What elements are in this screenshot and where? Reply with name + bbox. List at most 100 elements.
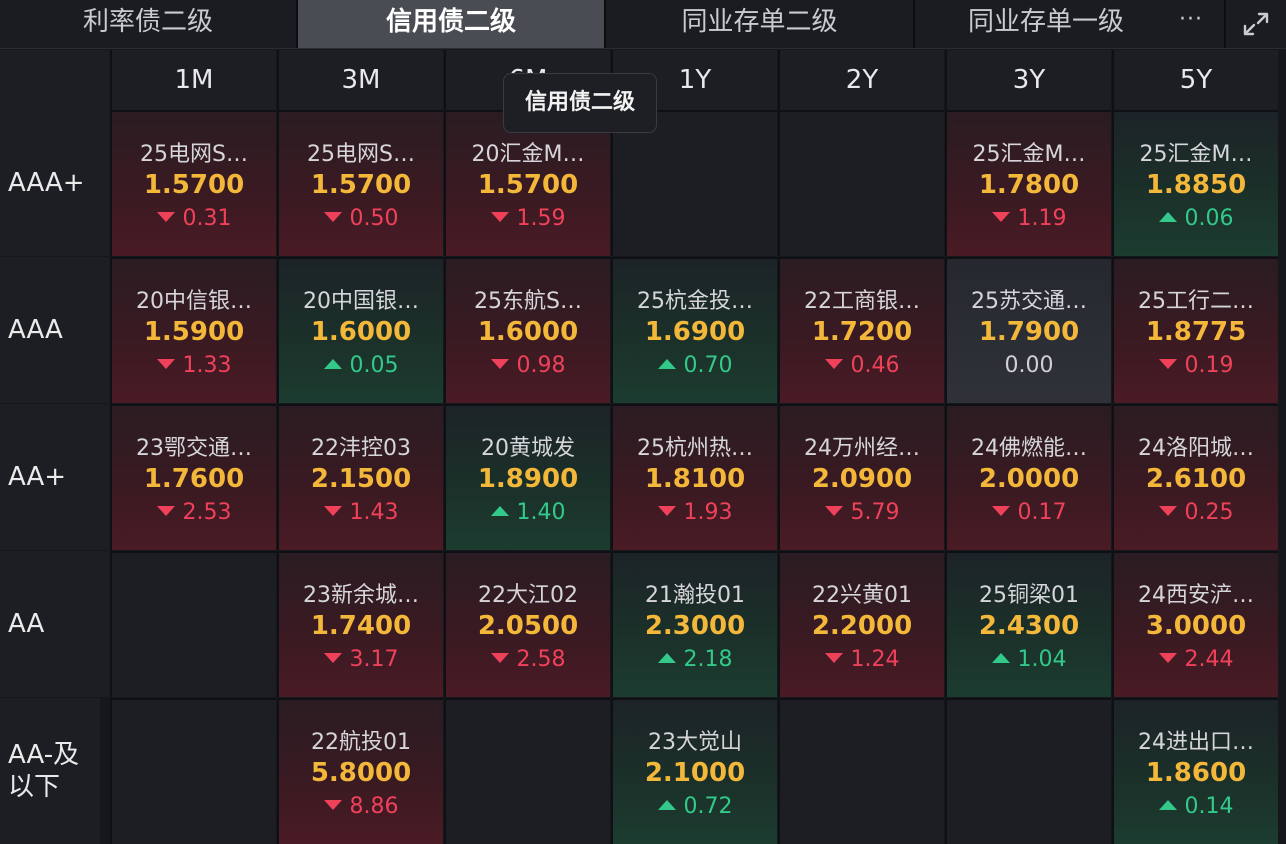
yield-matrix: 1M3M6M1Y2Y3Y5YAAA+25电网S…1.57000.3125电网S…… [0,50,1286,844]
change-line: 1.33 [112,353,276,378]
bond-cell[interactable]: 25铜梁01 2.4300 1.04 [945,551,1111,697]
empty-cell [778,698,944,844]
yield-change: 0.46 [850,353,900,378]
change-line: 2.58 [446,647,610,672]
down-triangle-icon [323,506,342,516]
bond-cell[interactable]: 25电网S… 1.5700 0.31 [110,110,276,256]
bond-yield: 1.7600 [143,464,245,494]
change-line: 2.44 [1114,647,1278,672]
yield-change: 0.19 [1184,353,1234,378]
bond-yield: 1.7200 [811,317,913,347]
down-triangle-icon [490,653,509,663]
change-line: 1.24 [780,647,944,672]
up-triangle-icon [323,359,342,369]
change-line: 0.14 [1114,794,1278,819]
bond-yield: 2.2000 [811,611,913,641]
bond-cell[interactable]: 25汇金M… 1.7800 1.19 [945,110,1111,256]
bond-cell[interactable]: 25汇金M… 1.8850 0.06 [1112,110,1278,256]
bond-cell[interactable]: 25苏交通… 1.7900 0.00 [945,257,1111,403]
bond-cell[interactable]: 21瀚投01 2.3000 2.18 [611,551,777,697]
down-triangle-icon [156,212,175,222]
bond-name: 25杭州热… [637,436,753,461]
down-triangle-icon [156,506,175,516]
bond-name: 22工商银… [804,289,920,314]
bond-cell[interactable]: 22工商银… 1.7200 0.46 [778,257,944,403]
bond-cell[interactable]: 22沣控03 2.1500 1.43 [277,404,443,550]
bond-name: 24万州经… [804,436,920,461]
yield-change: 1.43 [349,500,399,525]
tab-ncd-secondary[interactable]: 同业存单二级 [606,0,915,48]
down-triangle-icon [824,359,843,369]
down-triangle-icon [490,212,509,222]
change-line: 0.25 [1114,500,1278,525]
bond-name: 24进出口… [1138,730,1254,755]
down-triangle-icon [156,359,175,369]
bond-cell[interactable]: 20黄城发 1.8900 1.40 [444,404,610,550]
bond-name: 23鄂交通… [136,436,252,461]
yield-change: 1.59 [516,206,566,231]
change-line: 5.79 [780,500,944,525]
bond-cell[interactable]: 25杭州热… 1.8100 1.93 [611,404,777,550]
bond-name: 20中国银… [303,289,419,314]
yield-change: 0.06 [1184,206,1234,231]
bond-yield: 1.5700 [310,170,412,200]
change-line: 1.93 [613,500,777,525]
bond-cell[interactable]: 22兴黄01 2.2000 1.24 [778,551,944,697]
down-triangle-icon [1158,506,1177,516]
row-header: AA [0,551,110,697]
bond-cell[interactable]: 24洛阳城… 2.6100 0.25 [1112,404,1278,550]
bond-cell[interactable]: 23鄂交通… 1.7600 2.53 [110,404,276,550]
down-triangle-icon [323,800,342,810]
bond-cell[interactable]: 22航投01 5.8000 8.86 [277,698,443,844]
bond-cell[interactable]: 20中国银… 1.6000 0.05 [277,257,443,403]
yield-change: 1.93 [683,500,733,525]
bond-cell[interactable]: 23新余城… 1.7400 3.17 [277,551,443,697]
bond-yield: 1.8600 [1145,758,1247,788]
yield-change: 0.17 [1017,500,1067,525]
tab-ncd-primary[interactable]: 同业存单一级 [915,0,1177,48]
bond-name: 22航投01 [311,730,411,755]
bond-name: 25电网S… [307,142,415,167]
yield-change: 2.53 [182,500,232,525]
up-triangle-icon [1158,800,1177,810]
expand-icon [1243,12,1269,36]
bond-yield: 1.7900 [978,317,1080,347]
up-triangle-icon [657,800,676,810]
bond-name: 23大觉山 [648,730,742,755]
yield-change: 1.33 [182,353,232,378]
tab-rate-bond-secondary[interactable]: 利率债二级 [0,0,298,48]
bond-cell[interactable]: 25东航S… 1.6000 0.98 [444,257,610,403]
change-line: 0.05 [279,353,443,378]
more-icon[interactable]: ··· [1160,0,1222,48]
bond-yield: 1.5900 [143,317,245,347]
bond-cell[interactable]: 24进出口… 1.8600 0.14 [1112,698,1278,844]
bond-cell[interactable]: 25杭金投… 1.6900 0.70 [611,257,777,403]
bond-cell[interactable]: 24万州经… 2.0900 5.79 [778,404,944,550]
bond-cell[interactable]: 24西安浐… 3.0000 2.44 [1112,551,1278,697]
tab-credit-bond-secondary[interactable]: 信用债二级 [298,0,606,48]
bond-cell[interactable]: 23大觉山 2.1000 0.72 [611,698,777,844]
empty-cell [778,110,944,256]
down-triangle-icon [323,212,342,222]
bond-cell[interactable]: 20中信银… 1.5900 1.33 [110,257,276,403]
bond-yield: 1.5700 [143,170,245,200]
bond-name: 25电网S… [140,142,248,167]
bond-cell[interactable]: 22大江02 2.0500 2.58 [444,551,610,697]
bond-yield: 2.1000 [644,758,746,788]
column-header: 3Y [945,50,1111,110]
bond-cell[interactable]: 25电网S… 1.5700 0.50 [277,110,443,256]
up-triangle-icon [991,653,1010,663]
expand-button[interactable] [1224,0,1286,48]
down-triangle-icon [991,506,1010,516]
yield-change: 0.70 [683,353,733,378]
bond-cell[interactable]: 24佛燃能… 2.0000 0.17 [945,404,1111,550]
bond-cell[interactable]: 25工行二… 1.8775 0.19 [1112,257,1278,403]
tab-bar: 利率债二级 信用债二级 同业存单二级 同业存单一级 ··· [0,0,1286,49]
change-line: 0.06 [1114,206,1278,231]
empty-cell [110,698,276,844]
column-header: 5Y [1112,50,1278,110]
bond-yield: 1.7800 [978,170,1080,200]
yield-change: 2.44 [1184,647,1234,672]
yield-change: 0.72 [683,794,733,819]
bond-yield: 2.1500 [310,464,412,494]
